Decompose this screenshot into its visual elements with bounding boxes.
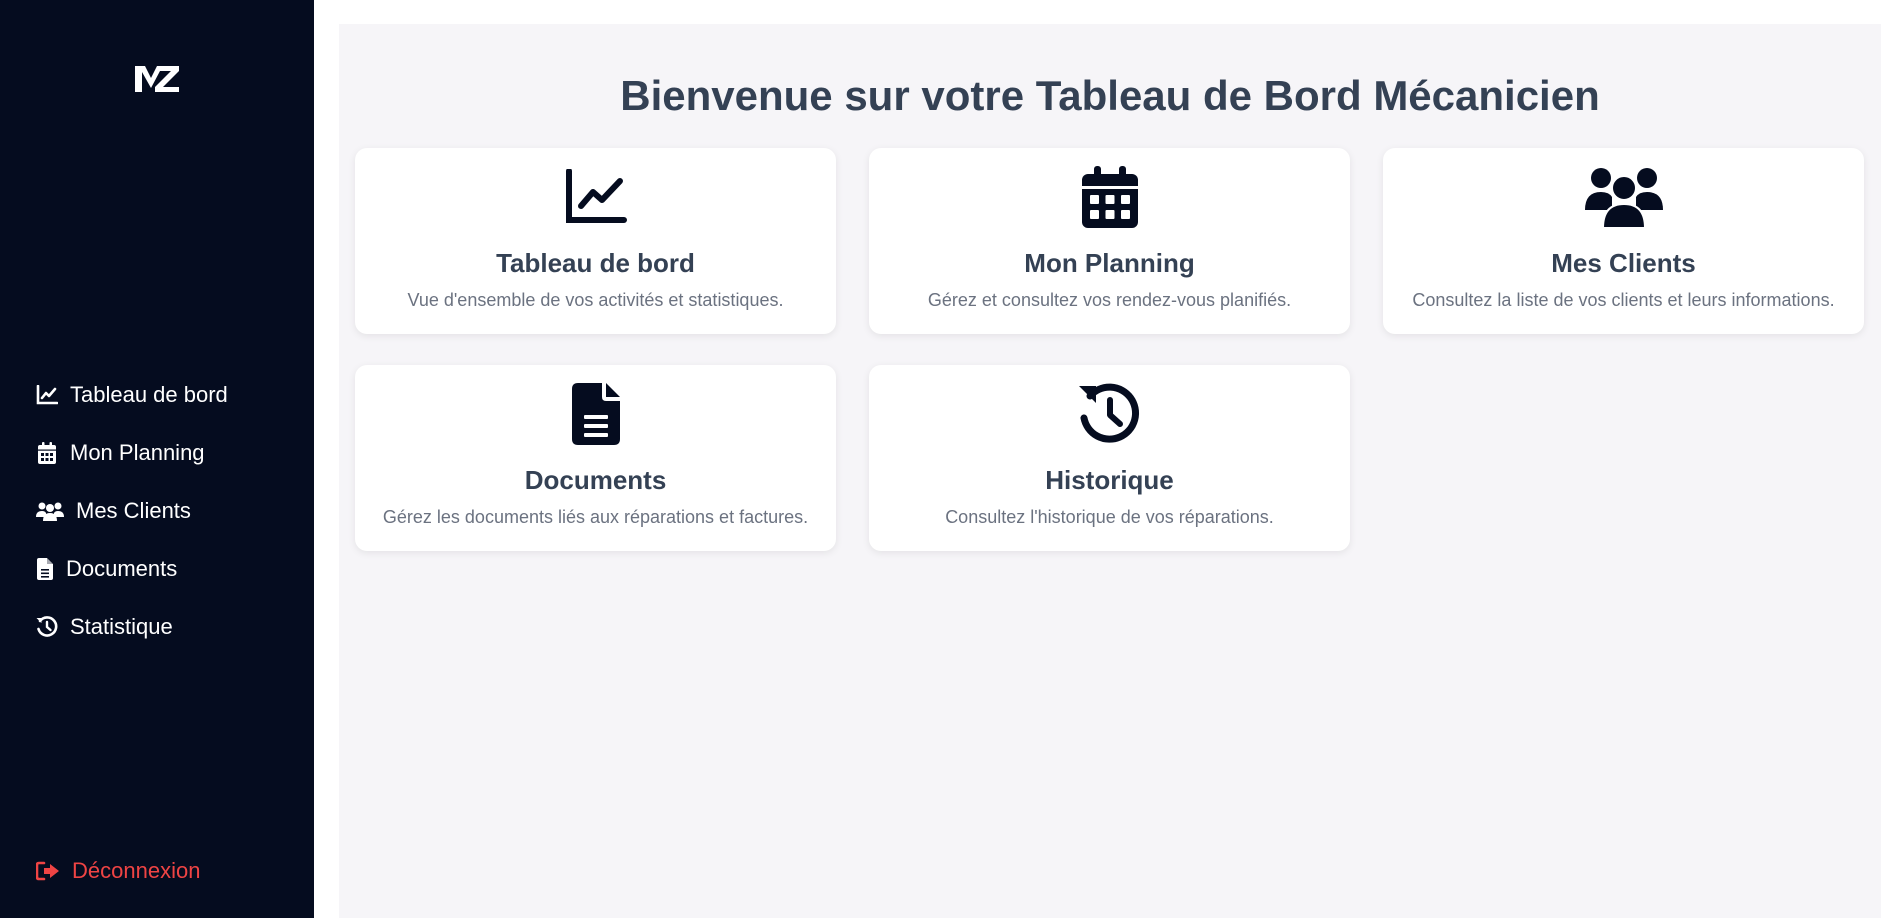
sidebar-item-label: Tableau de bord (70, 382, 228, 407)
card-title: Tableau de bord (496, 248, 695, 278)
card-tableau-de-bord[interactable]: Tableau de bord Vue d'ensemble de vos ac… (355, 148, 836, 334)
logout-label: Déconnexion (72, 858, 201, 883)
sidebar-item-statistique[interactable]: Statistique (36, 598, 228, 656)
file-icon (355, 383, 836, 445)
card-description: Vue d'ensemble de vos activités et stati… (407, 290, 784, 310)
logout-button[interactable]: Déconnexion (36, 858, 200, 884)
history-icon (869, 383, 1350, 445)
card-documents[interactable]: Documents Gérez les documents liés aux r… (355, 365, 836, 551)
sidebar-item-label: Mon Planning (70, 440, 205, 465)
page-title: Bienvenue sur votre Tableau de Bord Méca… (620, 72, 1600, 119)
logout-icon (36, 860, 60, 882)
mz-logo (135, 66, 179, 92)
card-mes-clients[interactable]: Mes Clients Consultez la liste de vos cl… (1383, 148, 1864, 334)
sidebar-item-mon-planning[interactable]: Mon Planning (36, 424, 228, 482)
sidebar-nav: Tableau de bord Mon Planning Mes Clients… (36, 366, 228, 656)
chart-line-icon (355, 166, 836, 228)
users-icon (1383, 166, 1864, 228)
history-icon (36, 616, 58, 638)
sidebar: Tableau de bord Mon Planning Mes Clients… (0, 0, 314, 918)
card-historique[interactable]: Historique Consultez l'historique de vos… (869, 365, 1350, 551)
sidebar-item-mes-clients[interactable]: Mes Clients (36, 482, 228, 540)
card-title: Documents (524, 465, 667, 495)
sidebar-item-label: Mes Clients (76, 498, 191, 523)
calendar-icon (869, 166, 1350, 228)
card-title: Historique (1045, 465, 1174, 495)
sidebar-item-tableau-de-bord[interactable]: Tableau de bord (36, 366, 228, 424)
sidebar-item-label: Statistique (70, 614, 173, 639)
card-description: Consultez l'historique de vos réparation… (945, 507, 1274, 527)
card-description: Gérez et consultez vos rendez-vous plani… (927, 290, 1292, 310)
sidebar-item-label: Documents (66, 556, 178, 581)
card-description: Gérez les documents liés aux réparations… (382, 507, 809, 527)
card-mon-planning[interactable]: Mon Planning Gérez et consultez vos rend… (869, 148, 1350, 334)
app-window: Tableau de bord Mon Planning Mes Clients… (0, 0, 1881, 918)
users-icon (36, 500, 64, 522)
card-title: Mes Clients (1551, 248, 1696, 278)
main-content: Bienvenue sur votre Tableau de Bord Méca… (339, 24, 1881, 918)
chart-line-icon (36, 384, 58, 406)
file-icon (36, 558, 54, 580)
card-title: Mon Planning (1024, 248, 1195, 278)
card-description: Consultez la liste de vos clients et leu… (1412, 290, 1835, 310)
calendar-icon (36, 442, 58, 464)
sidebar-item-documents[interactable]: Documents (36, 540, 228, 598)
